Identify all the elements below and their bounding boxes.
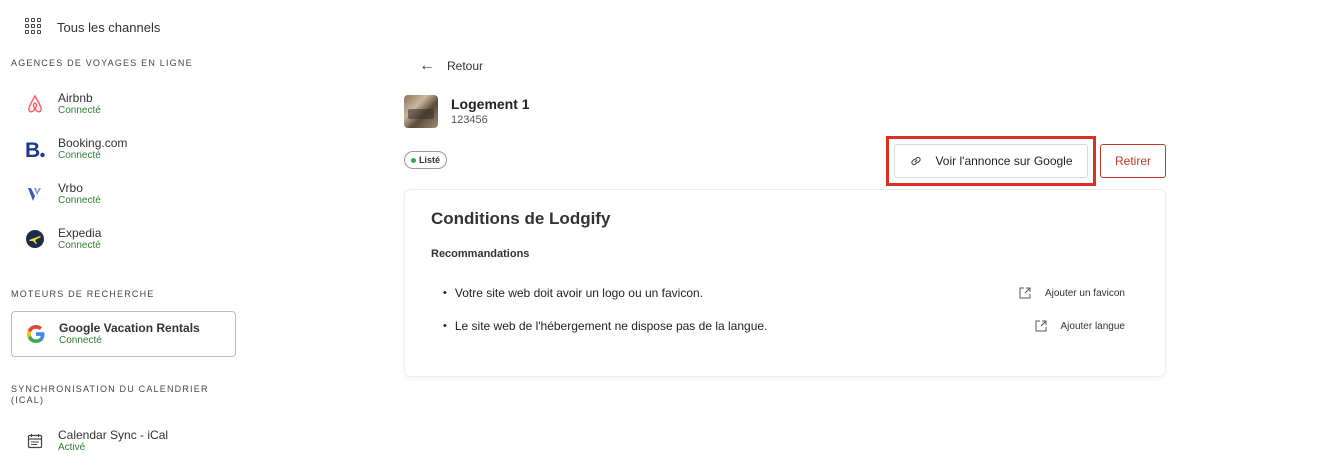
channel-status: Connecté [58,150,101,161]
link-icon [911,156,922,166]
booking-icon: B [22,136,48,162]
channel-airbnb[interactable]: Airbnb Connecté [22,88,101,120]
channel-status: Connecté [59,335,102,346]
external-link-icon [1019,287,1031,299]
channel-booking[interactable]: B Booking.com Connecté [22,133,127,165]
card-title: Conditions de Lodgify [431,209,611,228]
channel-status: Activé [58,442,86,453]
airbnb-icon [22,91,48,117]
status-badge-label: Listé [419,155,441,165]
calendar-icon [22,428,48,454]
all-channels-label: Tous les channels [57,19,161,35]
arrow-left-icon: ← [419,57,435,74]
svg-text:B: B [25,139,40,160]
recommendation-item: • Votre site web doit avoir un logo ou u… [443,286,703,300]
channel-ical[interactable]: Calendar Sync - iCal Activé [22,425,168,457]
action-label: Ajouter un favicon [1044,287,1125,299]
bullet-icon: • [443,320,447,332]
status-badge: Listé [404,151,448,169]
add-favicon-link[interactable]: Ajouter un favicon [1018,286,1125,300]
view-on-google-label: Voir l'annonce sur Google [935,154,1073,168]
status-dot-icon [411,157,416,163]
action-label: Ajouter langue [1060,320,1126,332]
external-link-icon [1035,320,1046,332]
all-channels-link[interactable]: Tous les channels [25,17,160,37]
recommendation-text: Votre site web doit avoir un logo ou un … [454,286,704,300]
card-subtitle: Recommandations [431,248,530,260]
view-on-google-button[interactable]: Voir l'annonce sur Google [894,144,1088,178]
add-language-link[interactable]: Ajouter langue [1034,319,1126,333]
channel-vrbo[interactable]: Vrbo Connecté [22,178,101,210]
channel-expedia[interactable]: Expedia Connecté [22,223,101,255]
ota-section-title: AGENCES DE VOYAGES EN LIGNE [11,58,193,68]
bullet-icon: • [443,287,447,299]
vrbo-icon [22,181,48,207]
grid-icon [25,18,43,36]
channel-name: Google Vacation Rentals [59,321,200,335]
search-section-title: MOTEURS DE RECHERCHE [11,289,155,299]
listing-header: Logement 1 123456 [404,95,530,128]
recommendation-item: • Le site web de l'hébergement ne dispos… [443,319,767,333]
expedia-icon [22,226,48,252]
remove-button[interactable]: Retirer [1100,144,1166,178]
back-label: Retour [447,59,484,73]
conditions-card: Conditions de Lodgify Recommandations • … [405,190,1165,376]
channel-status: Connecté [58,240,101,251]
channel-name: Calendar Sync - iCal [58,428,169,442]
channel-name: Airbnb [58,91,93,105]
google-icon [24,322,48,346]
channel-google-vacation-rentals[interactable]: Google Vacation Rentals Connecté [11,311,236,357]
listing-title: Logement 1 [451,96,530,112]
listing-thumbnail [404,95,438,128]
back-link[interactable]: ← Retour [419,57,483,75]
channel-name: Vrbo [58,181,83,195]
channel-status: Connecté [58,195,101,206]
recommendation-text: Le site web de l'hébergement ne dispose … [454,319,768,333]
channel-name: Booking.com [58,136,128,150]
listing-id: 123456 [451,114,488,126]
channel-name: Expedia [58,226,102,240]
ical-section-title: SYNCHRONISATION DU CALENDRIER (ICAL) [11,384,209,405]
channel-status: Connecté [58,105,101,116]
